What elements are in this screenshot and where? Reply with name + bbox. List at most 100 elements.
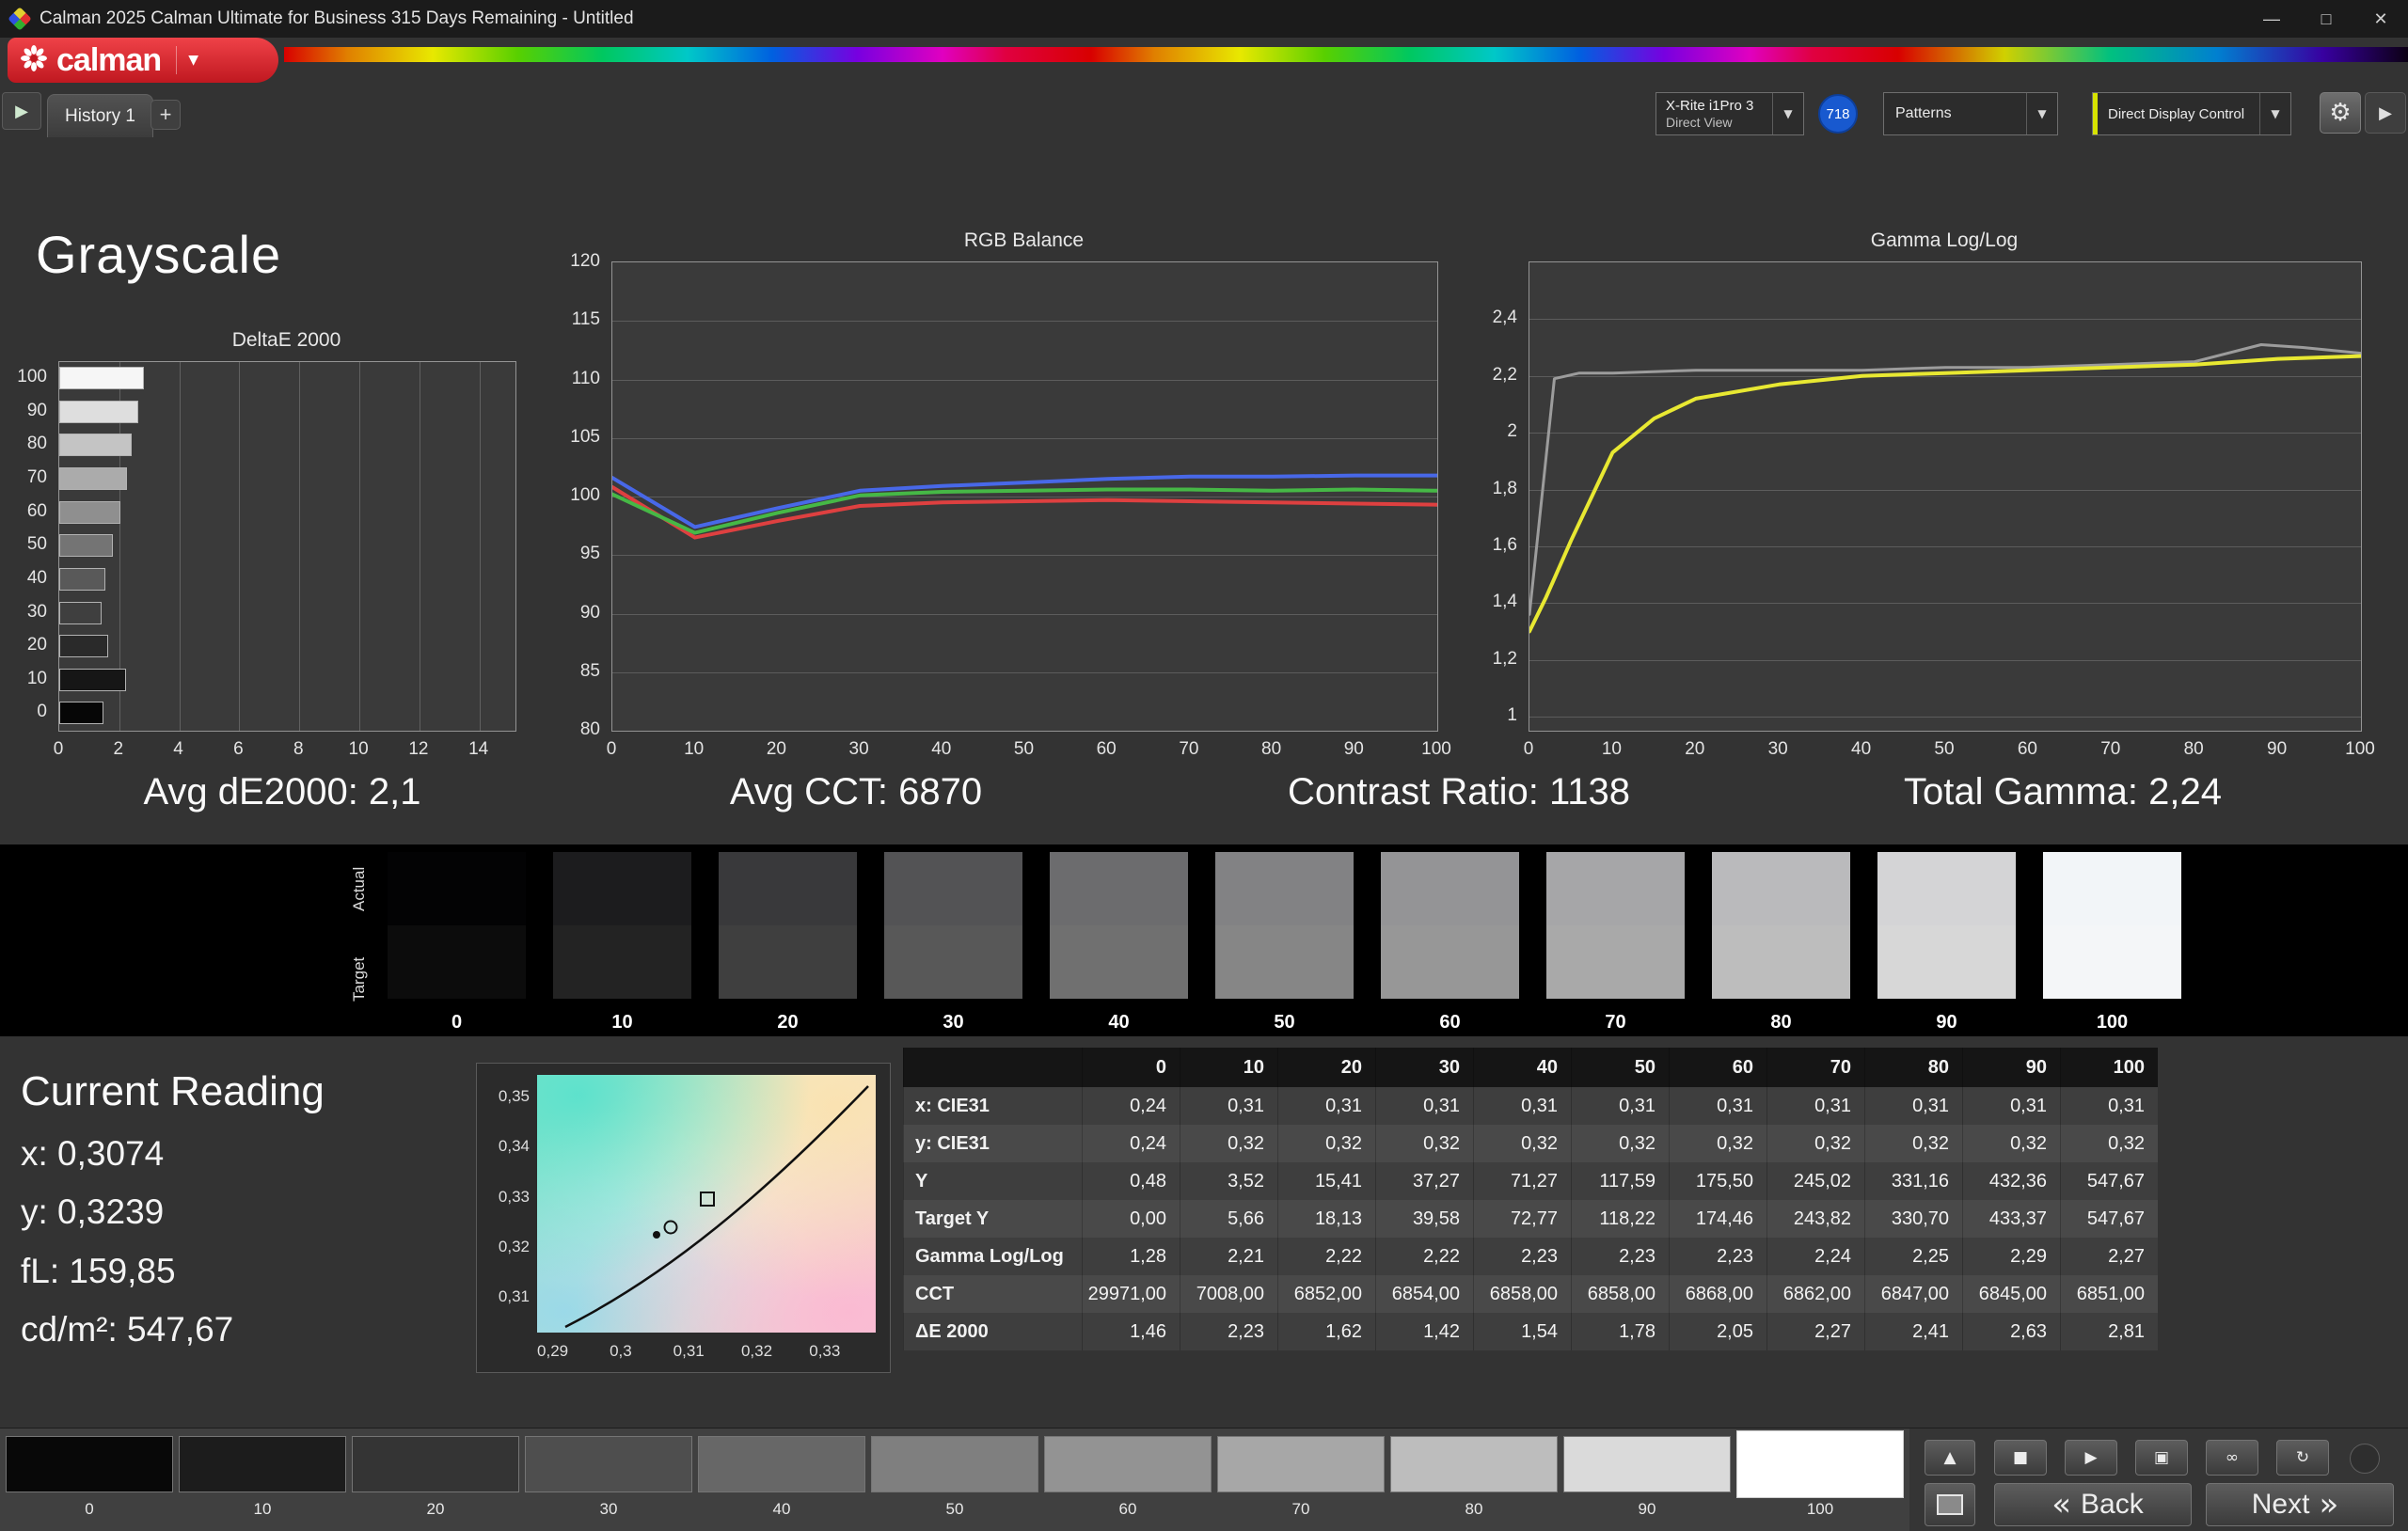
table-cell: 1,46 bbox=[1082, 1313, 1180, 1350]
pattern-patch-40[interactable] bbox=[698, 1436, 865, 1492]
axis-tick-label: 90 bbox=[2267, 739, 2288, 759]
axis-tick-label: 1,8 bbox=[1492, 478, 1517, 498]
reading-y: y: 0,3239 bbox=[21, 1192, 165, 1231]
table-cell: 1,42 bbox=[1375, 1313, 1473, 1350]
nav-arrow-button[interactable]: ▶ bbox=[2, 92, 41, 130]
table-cell: 0,32 bbox=[1375, 1125, 1473, 1162]
axis-tick-label: 12 bbox=[408, 739, 429, 759]
luminance-badge: 718 bbox=[1818, 94, 1858, 134]
green-balance-line bbox=[612, 487, 1437, 535]
table-cell: 2,24 bbox=[1766, 1238, 1864, 1275]
axis-tick-label: 40 bbox=[1851, 739, 1872, 759]
eject-button[interactable]: ▲ bbox=[1925, 1440, 1975, 1476]
transport-panel: ▲ ■ ▶ ▣ ∞ ↻ « Back Next » bbox=[1909, 1428, 2408, 1531]
table-cell: 0,32 bbox=[1180, 1125, 1277, 1162]
tab-history-1[interactable]: History 1 bbox=[47, 94, 153, 137]
minimize-button[interactable]: — bbox=[2244, 0, 2299, 38]
axis-tick-label: 10 bbox=[348, 739, 369, 759]
table-cell: 245,02 bbox=[1766, 1162, 1864, 1200]
table-cell: 0,24 bbox=[1082, 1125, 1180, 1162]
calman-pinwheel-icon bbox=[19, 43, 49, 78]
rgb-chart-title: RGB Balance bbox=[963, 229, 1085, 251]
swatch-90: 90 bbox=[1877, 852, 2016, 1033]
swatch-target bbox=[1050, 925, 1188, 999]
pattern-patch-30[interactable] bbox=[525, 1436, 692, 1492]
table-cell: 6847,00 bbox=[1864, 1275, 1962, 1313]
axis-tick-label: 85 bbox=[579, 660, 600, 681]
pattern-window-button[interactable]: ▣ bbox=[2135, 1440, 2188, 1476]
table-header-corner bbox=[903, 1048, 1082, 1087]
pattern-patch-60[interactable] bbox=[1044, 1436, 1212, 1492]
swatch-0: 0 bbox=[388, 852, 526, 1033]
pattern-patch-20[interactable] bbox=[352, 1436, 519, 1492]
axis-tick-label: 20 bbox=[766, 739, 786, 759]
table-cell: 0,31 bbox=[1766, 1087, 1864, 1125]
stop-button[interactable]: ■ bbox=[1994, 1440, 2047, 1476]
add-tab-button[interactable]: + bbox=[150, 100, 181, 130]
axis-tick-label: 0,3 bbox=[610, 1342, 632, 1360]
next-button[interactable]: Next » bbox=[2206, 1483, 2394, 1526]
refresh-button[interactable]: ↻ bbox=[2276, 1440, 2329, 1476]
play-button[interactable]: ▶ bbox=[2065, 1440, 2117, 1476]
pattern-patch-100[interactable] bbox=[1736, 1430, 1904, 1498]
axis-tick-label: 0 bbox=[1523, 739, 1534, 759]
grayscale-swatch-band: Actual Target 0 10 20 30 40 50 60 70 80 90 100 bbox=[0, 844, 2408, 1036]
window-controls: — □ ✕ bbox=[2244, 0, 2408, 38]
table-cell: 433,37 bbox=[1962, 1200, 2060, 1238]
meter-dropdown-arrow[interactable]: ▼ bbox=[1772, 93, 1803, 134]
calman-logo-text: calman bbox=[56, 41, 162, 78]
pattern-patch-80[interactable] bbox=[1390, 1436, 1558, 1492]
calman-logo-button[interactable]: calman ▼ bbox=[8, 38, 278, 83]
patterns-dropdown[interactable]: Patterns ▼ bbox=[1883, 92, 2058, 135]
axis-tick-label: 0,35 bbox=[498, 1086, 530, 1105]
swatch-30: 30 bbox=[884, 852, 1022, 1033]
swatch-target bbox=[2043, 925, 2181, 999]
table-cell: 2,23 bbox=[1180, 1313, 1277, 1350]
status-light bbox=[2350, 1444, 2380, 1474]
axis-tick-label: 0,31 bbox=[673, 1342, 705, 1360]
reading-fl: fL: 159,85 bbox=[21, 1252, 176, 1290]
table-cell: 29971,00 bbox=[1082, 1275, 1180, 1313]
screen-button[interactable] bbox=[1925, 1483, 1975, 1526]
axis-tick-label: 100 bbox=[570, 485, 600, 505]
pattern-patch-90[interactable] bbox=[1563, 1436, 1731, 1492]
display-control-dropdown-arrow[interactable]: ▼ bbox=[2259, 93, 2290, 134]
loop-button[interactable]: ∞ bbox=[2206, 1440, 2258, 1476]
table-cell: 0,32 bbox=[1473, 1125, 1571, 1162]
pattern-patch-label: 40 bbox=[772, 1500, 791, 1518]
swatch-level-label: 90 bbox=[1936, 1012, 1957, 1033]
meter-dropdown[interactable]: X-Rite i1Pro 3 Direct View ▼ bbox=[1656, 92, 1804, 135]
pattern-patch-70[interactable] bbox=[1217, 1436, 1385, 1492]
axis-tick-label: 40 bbox=[931, 739, 952, 759]
table-column-header: 80 bbox=[1864, 1048, 1962, 1087]
swatch-level-label: 30 bbox=[943, 1012, 964, 1033]
table-cell: 2,25 bbox=[1864, 1238, 1962, 1275]
pattern-patch-50[interactable] bbox=[871, 1436, 1038, 1492]
swatch-10: 10 bbox=[553, 852, 691, 1033]
logo-dropdown-arrow[interactable]: ▼ bbox=[188, 53, 198, 68]
table-cell: 330,70 bbox=[1864, 1200, 1962, 1238]
deltae-chart bbox=[58, 361, 516, 732]
table-cell: 5,66 bbox=[1180, 1200, 1277, 1238]
pattern-patch-0[interactable] bbox=[6, 1436, 173, 1492]
axis-tick-label: 30 bbox=[848, 739, 869, 759]
patterns-label: Patterns bbox=[1895, 105, 1952, 121]
settings-gear-button[interactable]: ⚙ bbox=[2320, 92, 2361, 134]
axis-tick-label: 80 bbox=[1261, 739, 1282, 759]
swatch-actual bbox=[1050, 852, 1188, 925]
swatch-level-label: 20 bbox=[777, 1012, 799, 1033]
axis-tick-label: 95 bbox=[579, 544, 600, 564]
axis-tick-label: 50 bbox=[1934, 739, 1955, 759]
display-control-dropdown[interactable]: Direct Display Control ▼ bbox=[2092, 92, 2291, 135]
meter-name: X-Rite i1Pro 3 bbox=[1666, 98, 1754, 115]
pattern-patch-10[interactable] bbox=[179, 1436, 346, 1492]
table-cell: 0,24 bbox=[1082, 1087, 1180, 1125]
close-button[interactable]: ✕ bbox=[2353, 0, 2408, 38]
table-column-header: 40 bbox=[1473, 1048, 1571, 1087]
maximize-button[interactable]: □ bbox=[2299, 0, 2353, 38]
back-button[interactable]: « Back bbox=[1994, 1483, 2192, 1526]
red-balance-line bbox=[612, 485, 1437, 540]
table-cell: 2,27 bbox=[1766, 1313, 1864, 1350]
collapse-panel-button[interactable]: ▶ bbox=[2365, 92, 2406, 134]
patterns-dropdown-arrow[interactable]: ▼ bbox=[2026, 93, 2057, 134]
